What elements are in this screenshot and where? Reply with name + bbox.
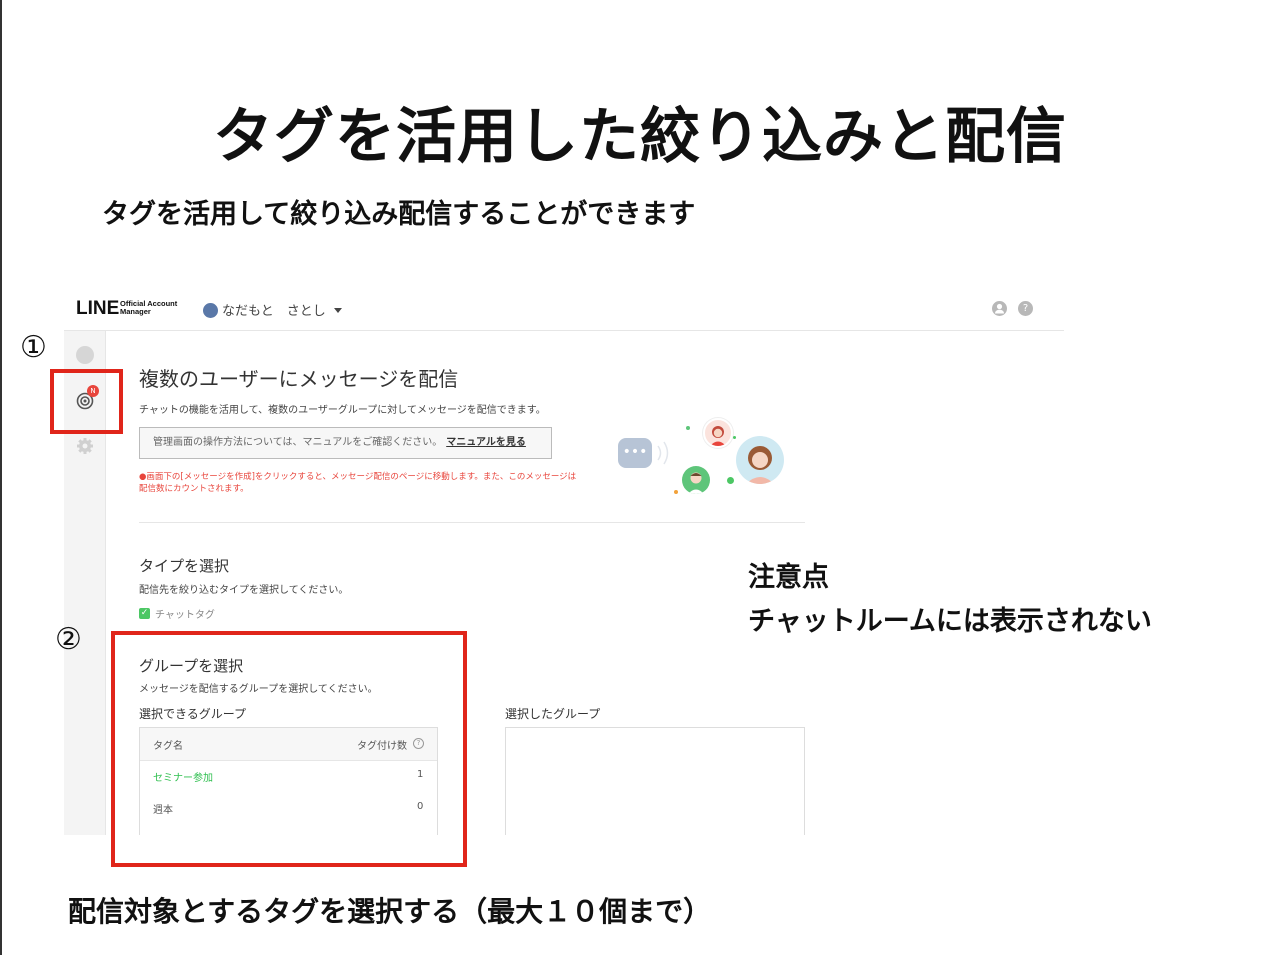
user-icon[interactable] bbox=[992, 301, 1007, 316]
avatar-woman-large bbox=[736, 436, 784, 484]
chat-tag-checkbox[interactable]: ✓ bbox=[139, 608, 150, 619]
caution-title: 注意点 bbox=[748, 562, 829, 593]
chat-icon[interactable] bbox=[76, 346, 94, 364]
manual-link[interactable]: マニュアルを見る bbox=[446, 437, 526, 448]
slide-title: タグを活用した絞り込みと配信 bbox=[213, 102, 1067, 172]
deco-dot bbox=[674, 490, 678, 494]
help-icon[interactable]: ? bbox=[1018, 301, 1033, 316]
page-title: 複数のユーザーにメッセージを配信 bbox=[139, 367, 459, 391]
account-switcher[interactable]: なだもと さとし bbox=[203, 300, 342, 319]
logo-subtitle: Official Account Manager bbox=[120, 299, 178, 316]
avatar-woman-small bbox=[703, 418, 733, 448]
caution-note: 注意点 チャットルームには表示されない bbox=[748, 556, 1152, 644]
deco-dot bbox=[686, 426, 690, 430]
warning-text: ●画面下の[メッセージを作成]をクリックすると、メッセージ配信のページに移動しま… bbox=[139, 472, 577, 494]
slide-subtitle: タグを活用して絞り込み配信することができます bbox=[102, 199, 696, 230]
bottom-note: 配信対象とするタグを選択する（最大１０個まで） bbox=[68, 895, 712, 928]
marker-2: ② bbox=[55, 622, 82, 657]
chevron-down-icon bbox=[333, 308, 342, 313]
caution-body: チャットルームには表示されない bbox=[748, 606, 1152, 637]
manual-notice: 管理画面の操作方法については、マニュアルをご確認ください。 マニュアルを見る bbox=[139, 427, 552, 459]
type-section-desc: 配信先を絞り込むタイプを選択してください。 bbox=[139, 585, 349, 596]
section-divider bbox=[139, 522, 805, 523]
manual-text: 管理画面の操作方法については、マニュアルをご確認ください。 bbox=[153, 437, 443, 448]
highlight-box-2 bbox=[111, 631, 467, 867]
page-description: チャットの機能を活用して、複数のユーザーグループに対してメッセージを配信できます… bbox=[139, 405, 546, 416]
selected-groups-box[interactable] bbox=[505, 727, 805, 835]
avatar-man bbox=[682, 466, 710, 494]
chat-tag-label: チャットタグ bbox=[155, 610, 215, 621]
selected-groups-label: 選択したグループ bbox=[505, 707, 601, 721]
globe-icon bbox=[203, 303, 218, 318]
highlight-box-1 bbox=[50, 369, 123, 434]
signal-waves-icon bbox=[657, 441, 669, 465]
marker-1: ① bbox=[20, 330, 47, 365]
account-name: なだもと さとし bbox=[222, 304, 326, 319]
chat-bubble-icon: ••• bbox=[618, 438, 652, 468]
deco-dot bbox=[733, 436, 736, 439]
line-logo[interactable]: LINE bbox=[76, 298, 119, 320]
deco-dot bbox=[727, 477, 734, 484]
gear-icon[interactable] bbox=[76, 437, 94, 455]
type-section-title: タイプを選択 bbox=[139, 557, 230, 575]
